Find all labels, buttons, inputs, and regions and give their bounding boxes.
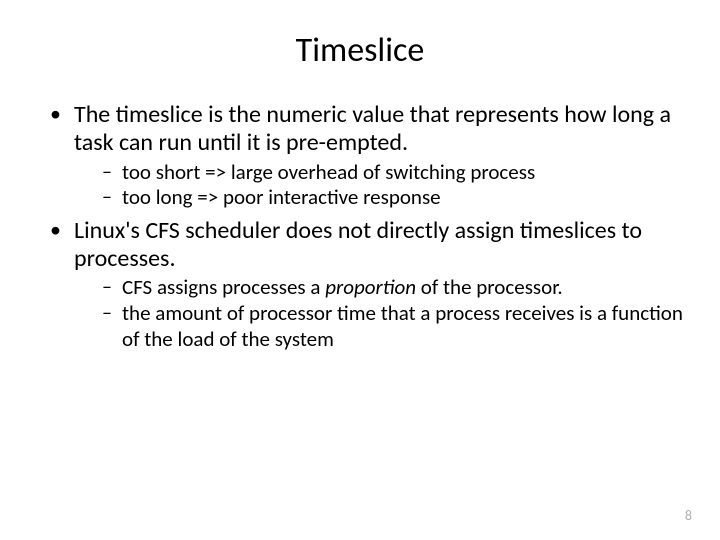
sub-list: CFS assigns processes a proportion of th… [74,275,700,352]
sub-list: too short => large overhead of switching… [74,160,700,211]
bullet-list: The timeslice is the numeric value that … [20,101,700,352]
bullet-text: too short => large overhead of switching… [122,159,535,185]
list-item: too short => large overhead of switching… [102,160,700,186]
bullet-text: The timeslice is the numeric value that … [74,100,671,157]
bullet-text: Linux's CFS scheduler does not directly … [74,216,642,273]
list-item: too long => poor interactive response [102,185,700,211]
bullet-text: CFS assigns processes a proportion of th… [122,274,563,300]
bullet-text: the amount of processor time that a proc… [122,300,683,352]
list-item: Linux's CFS scheduler does not directly … [50,217,700,352]
page-number: 8 [685,507,692,524]
bullet-text: too long => poor interactive response [122,184,441,210]
list-item: The timeslice is the numeric value that … [50,101,700,211]
list-item: the amount of processor time that a proc… [102,301,700,352]
list-item: CFS assigns processes a proportion of th… [102,275,700,301]
slide-title: Timeslice [20,30,700,71]
